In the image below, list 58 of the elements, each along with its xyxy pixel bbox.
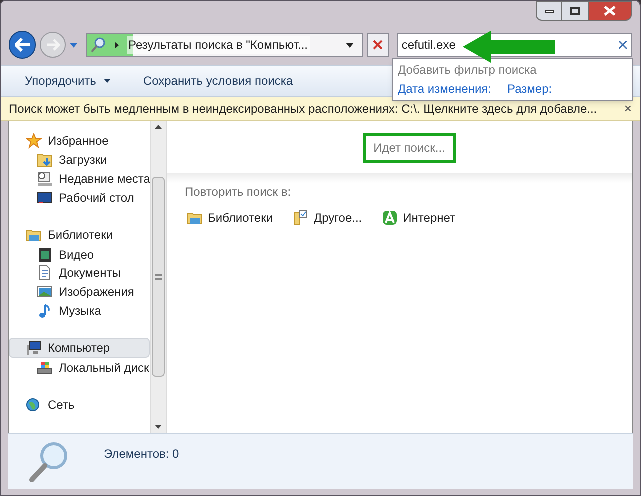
chevron-icon — [114, 42, 119, 48]
save-search-button[interactable]: Сохранить условия поиска — [143, 72, 294, 90]
scrollbar-thumb[interactable] — [152, 177, 165, 377]
address-path: Результаты поиска в "Компьют... — [126, 36, 310, 54]
searching-status: Идет поиск... — [374, 141, 446, 155]
sidebar-item[interactable]: Загрузки — [9, 151, 150, 170]
info-bar-message[interactable]: Поиск может быть медленным в неиндексированных расположениях: C:\. Щелкните здесь для добавле... — [9, 100, 624, 118]
sidebar-item[interactable]: Компьютер — [9, 338, 150, 358]
item-count: Элементов: 0 — [104, 446, 180, 462]
organize-menu[interactable]: Упорядочить — [25, 72, 112, 90]
filter-link[interactable]: Размер: — [508, 80, 552, 98]
sidebar-item[interactable]: Изображения — [9, 282, 150, 302]
repeat-search-heading: Повторить поиск в: — [184, 184, 292, 201]
info-bar-close[interactable]: × — [624, 98, 632, 118]
sidebar-item[interactable]: Сеть — [9, 395, 150, 415]
monitor-icon — [37, 190, 53, 206]
sidebar-item[interactable]: Локальный диск — [9, 358, 150, 377]
search-icon — [90, 37, 107, 53]
scrollbar[interactable] — [150, 121, 167, 433]
document-icon — [37, 265, 53, 282]
back-button[interactable] — [9, 31, 36, 59]
caret-icon — [104, 79, 112, 83]
search-location-link[interactable]: Другое... — [293, 209, 362, 227]
maximize-button[interactable] — [562, 1, 588, 21]
star-icon — [26, 133, 42, 149]
download-folder-icon — [37, 152, 53, 168]
sidebar-item[interactable]: Музыка — [9, 302, 150, 320]
close-icon — [604, 6, 616, 16]
address-bar[interactable]: Результаты поиска в "Компьют... — [86, 33, 364, 57]
sidebar-item[interactable]: Библиотеки — [9, 225, 150, 246]
sidebar-item[interactable]: Рабочий стол — [9, 188, 150, 208]
grip-icon — [155, 274, 162, 280]
stop-button[interactable] — [367, 33, 389, 57]
picture-icon — [37, 284, 53, 300]
film-icon — [37, 246, 53, 263]
folder-checklist-icon — [293, 210, 310, 226]
dropdown-arrow-icon[interactable] — [346, 42, 354, 48]
search-location-link[interactable]: Интернет — [382, 209, 456, 227]
scroll-down-icon[interactable] — [155, 425, 162, 429]
close-button[interactable] — [588, 1, 632, 21]
arrow-right-icon — [46, 39, 60, 51]
search-location-link[interactable]: Библиотеки — [187, 209, 274, 227]
close-icon — [373, 40, 384, 50]
disk-drive-icon — [37, 360, 53, 376]
sidebar-item[interactable]: Видео — [9, 245, 150, 264]
minimize-button[interactable] — [536, 1, 562, 21]
globe-icon — [26, 397, 42, 413]
letter-icon — [382, 210, 398, 226]
scroll-up-icon[interactable] — [155, 125, 162, 129]
music-note-icon — [37, 302, 53, 319]
recent-places-icon — [37, 171, 53, 188]
suggestions-heading: Добавить фильтр поиска — [398, 62, 538, 79]
arrow-left-icon — [14, 38, 31, 52]
sidebar-item[interactable]: Избранное — [9, 131, 150, 151]
computer-icon — [26, 340, 42, 356]
sidebar-item[interactable]: Документы — [9, 264, 150, 283]
filter-link[interactable]: Дата изменения: — [398, 80, 492, 98]
clear-icon[interactable] — [619, 41, 627, 49]
